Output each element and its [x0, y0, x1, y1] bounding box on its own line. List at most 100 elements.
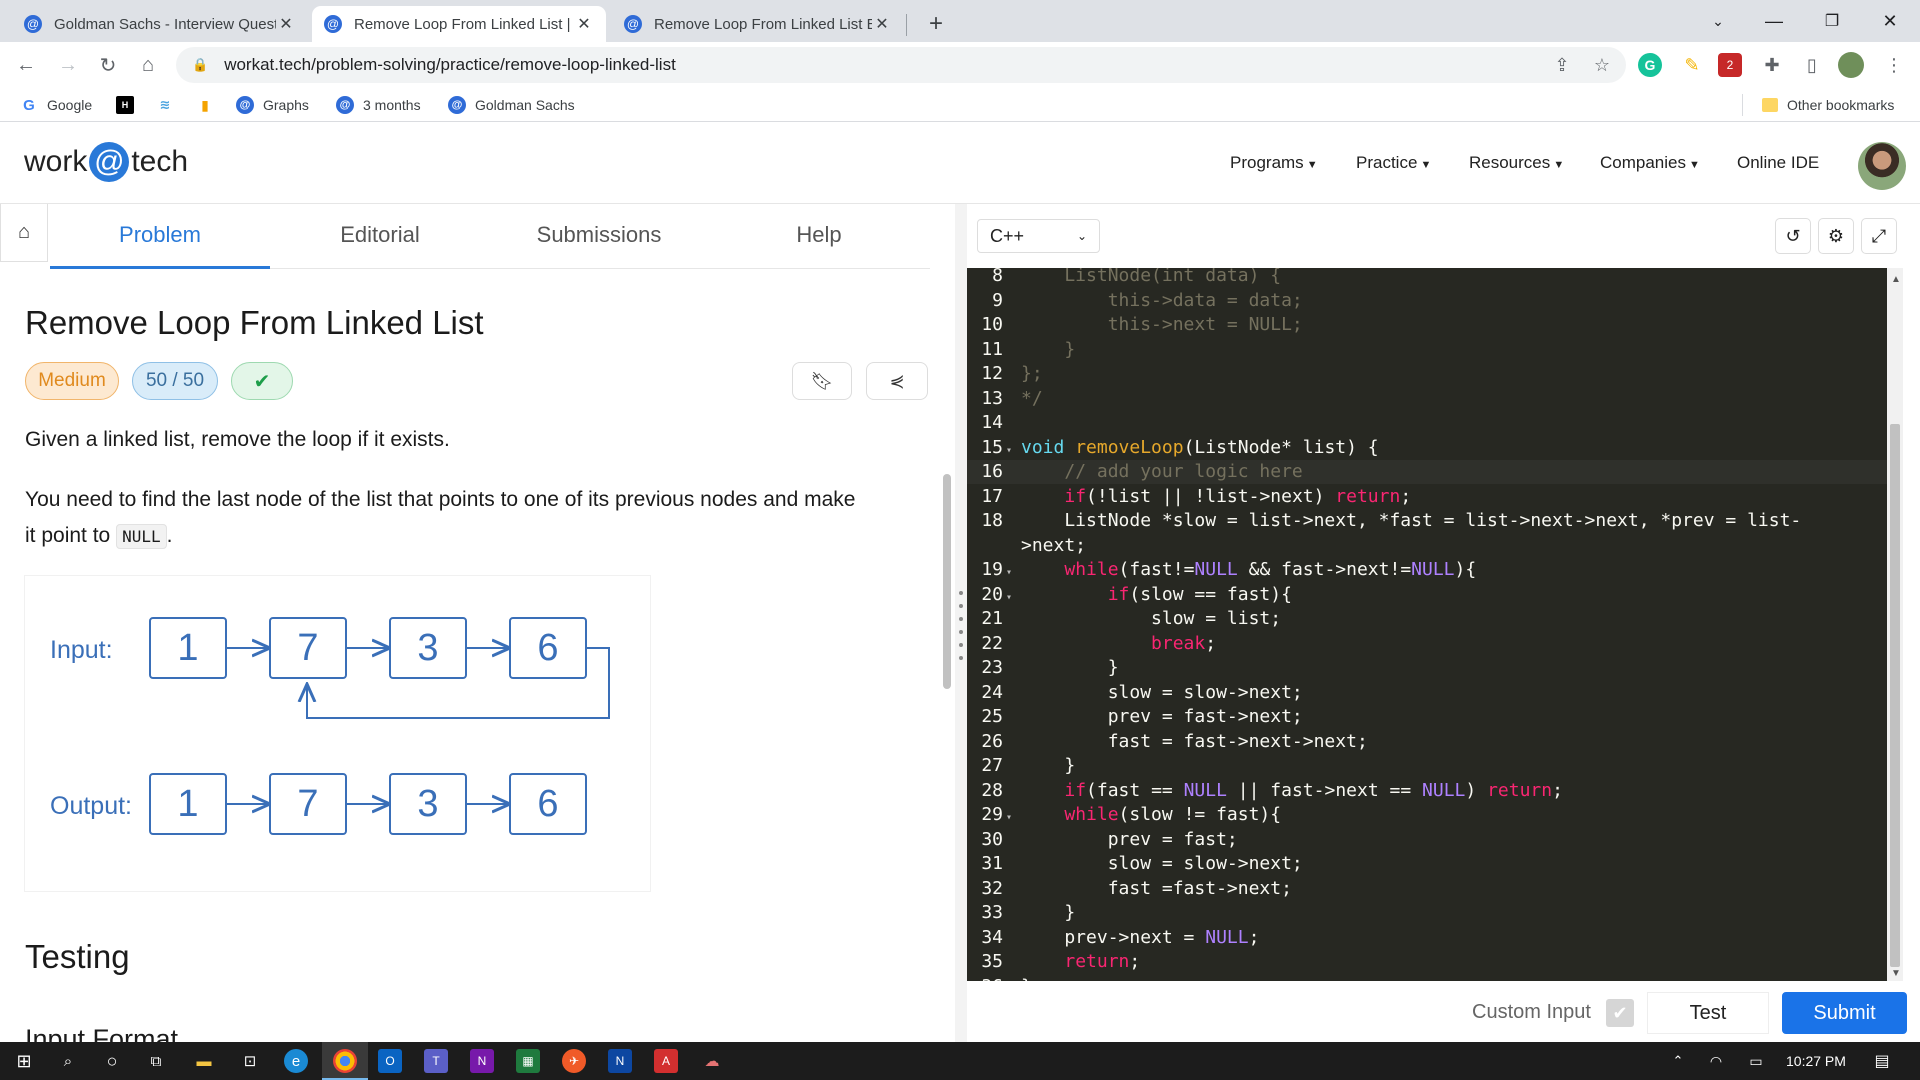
fold-arrow-icon[interactable]: ▾ [1003, 586, 1015, 610]
bookmark-chart[interactable]: ≋ [156, 95, 183, 115]
code-line[interactable]: 11 } [967, 338, 1887, 362]
new-tab-button[interactable]: + [916, 6, 956, 42]
tab-problem[interactable]: Problem [50, 222, 270, 248]
teams-icon[interactable]: T [424, 1049, 448, 1073]
code-line[interactable]: 9 this->data = data; [967, 289, 1887, 313]
fold-arrow-icon[interactable]: ▾ [1003, 439, 1015, 463]
app-icon[interactable]: ☁ [700, 1049, 724, 1073]
restore-icon[interactable]: ❐ [1804, 0, 1860, 42]
bookmark-star-icon[interactable]: ☆ [1588, 51, 1616, 79]
browser-tab-goldman[interactable]: @ Goldman Sachs - Interview Quest ✕ [12, 6, 308, 42]
scroll-up-icon[interactable]: ▲ [1891, 274, 1901, 285]
code-line[interactable]: 34 prev->next = NULL; [967, 926, 1887, 950]
tab-submissions[interactable]: Submissions [489, 222, 709, 248]
highlighter-icon[interactable]: ✎ [1678, 51, 1706, 79]
wifi-icon[interactable]: ◠ [1704, 1049, 1728, 1073]
fold-arrow-icon[interactable]: ▾ [1003, 561, 1015, 585]
code-line[interactable]: 33 } [967, 901, 1887, 925]
file-explorer-icon[interactable]: ▬ [192, 1049, 216, 1073]
code-line[interactable]: 18 ListNode *slow = list->next, *fast = … [967, 509, 1887, 533]
address-bar[interactable]: 🔒 workat.tech/problem-solving/practice/r… [176, 47, 1626, 83]
code-line[interactable]: 30 prev = fast; [967, 828, 1887, 852]
code-line[interactable]: 12}; [967, 362, 1887, 386]
notifications-icon[interactable]: ▤ [1870, 1049, 1894, 1073]
side-panel-icon[interactable]: ▯ [1798, 51, 1826, 79]
code-line[interactable]: 13 */ [967, 387, 1887, 411]
reload-icon[interactable]: ↻ [92, 49, 124, 81]
taskbar-clock[interactable]: 10:27 PM [1786, 1053, 1846, 1069]
nav-companies[interactable]: Companies ▼ [1600, 153, 1700, 173]
code-line[interactable]: 27 } [967, 754, 1887, 778]
tray-chevron-icon[interactable]: ⌃ [1666, 1049, 1690, 1073]
test-button[interactable]: Test [1647, 992, 1769, 1034]
nav-online-ide[interactable]: Online IDE [1737, 153, 1819, 173]
code-line[interactable]: 15 ▾ void removeLoop(ListNode* list) { [967, 436, 1887, 460]
store-icon[interactable]: ⊡ [238, 1049, 262, 1073]
panel-resize-handle[interactable] [955, 204, 967, 1042]
other-bookmarks[interactable]: Other bookmarks [1762, 95, 1894, 115]
bookmark-graphs[interactable]: @ Graphs [236, 95, 309, 115]
code-line[interactable]: 17 if(!list || !list->next) return; [967, 485, 1887, 509]
bookmark-button[interactable]: 🔖︎ [792, 362, 852, 400]
tab-editorial[interactable]: Editorial [270, 222, 490, 248]
reset-code-button[interactable]: ↺ [1775, 218, 1811, 254]
extensions-puzzle-icon[interactable]: ✚ [1758, 51, 1786, 79]
code-line[interactable]: 36} [967, 975, 1887, 982]
battery-icon[interactable]: ▭ [1744, 1049, 1768, 1073]
sheets-icon[interactable]: ▦ [516, 1049, 540, 1073]
code-line[interactable]: 22 break; [967, 632, 1887, 656]
nav-practice[interactable]: Practice ▼ [1356, 153, 1431, 173]
code-line[interactable]: >next; [967, 534, 1887, 558]
share-page-icon[interactable]: ⇪ [1548, 51, 1576, 79]
user-avatar[interactable] [1858, 142, 1906, 190]
bookmark-goldman-sachs[interactable]: @ Goldman Sachs [448, 95, 575, 115]
close-tab-icon[interactable]: ✕ [872, 14, 892, 34]
code-line[interactable]: 25 prev = fast->next; [967, 705, 1887, 729]
scroll-down-icon[interactable]: ▼ [1891, 968, 1901, 979]
fold-arrow-icon[interactable]: ▾ [1003, 806, 1015, 830]
edge-icon[interactable]: e [284, 1049, 308, 1073]
close-window-icon[interactable]: ✕ [1862, 0, 1918, 42]
home-button[interactable]: ⌂ [0, 204, 48, 262]
fullscreen-button[interactable]: ⤢ [1861, 218, 1897, 254]
code-line[interactable]: 8 ListNode(int data) { [967, 268, 1887, 288]
code-line[interactable]: 32 fast =fast->next; [967, 877, 1887, 901]
back-icon[interactable]: ← [10, 49, 42, 81]
forward-icon[interactable]: → [52, 49, 84, 81]
profile-avatar-icon[interactable] [1838, 52, 1864, 78]
windows-start-icon[interactable]: ⊞ [12, 1049, 36, 1073]
cortana-icon[interactable]: ○ [100, 1049, 124, 1073]
tab-help[interactable]: Help [709, 222, 929, 248]
code-line[interactable]: 24 slow = slow->next; [967, 681, 1887, 705]
task-view-icon[interactable]: ⧉ [144, 1049, 168, 1073]
close-tab-icon[interactable]: ✕ [276, 14, 296, 34]
code-line[interactable]: 29 ▾ while(slow != fast){ [967, 803, 1887, 827]
notion-icon[interactable]: N [608, 1049, 632, 1073]
chrome-icon[interactable] [333, 1049, 357, 1073]
code-line[interactable]: 21 slow = list; [967, 607, 1887, 631]
code-line[interactable]: 14 [967, 411, 1887, 435]
acrobat-icon[interactable]: A [654, 1049, 678, 1073]
browser-menu-icon[interactable]: ⋮ [1880, 51, 1908, 79]
site-logo[interactable]: work @ tech [24, 142, 188, 182]
code-line[interactable]: 26 fast = fast->next->next; [967, 730, 1887, 754]
language-select[interactable]: C++ ⌄ [977, 219, 1100, 253]
outlook-icon[interactable]: O [378, 1049, 402, 1073]
custom-input-checkbox[interactable]: ✔ [1606, 999, 1634, 1027]
code-line[interactable]: 20 ▾ if(slow == fast){ [967, 583, 1887, 607]
bookmark-google[interactable]: G Google [20, 95, 92, 115]
grammarly-icon[interactable]: G [1638, 53, 1662, 77]
onenote-icon[interactable]: N [470, 1049, 494, 1073]
search-icon[interactable]: ⌕ [56, 1049, 80, 1073]
problem-scrollbar[interactable] [943, 474, 951, 689]
bookmark-bars[interactable]: ▮ [196, 95, 223, 115]
browser-tab-remove-loop[interactable]: @ Remove Loop From Linked List | I ✕ [312, 6, 606, 42]
submit-button[interactable]: Submit [1782, 992, 1907, 1034]
code-line[interactable]: 31 slow = slow->next; [967, 852, 1887, 876]
bookmark-3-months[interactable]: @ 3 months [336, 95, 421, 115]
code-line[interactable]: 35 return; [967, 950, 1887, 974]
code-line[interactable]: 28 if(fast == NULL || fast->next == NULL… [967, 779, 1887, 803]
code-line[interactable]: 10 this->next = NULL; [967, 313, 1887, 337]
bookmark-hackerrank[interactable]: H [116, 95, 143, 115]
editor-scrollbar-thumb[interactable] [1890, 424, 1900, 967]
